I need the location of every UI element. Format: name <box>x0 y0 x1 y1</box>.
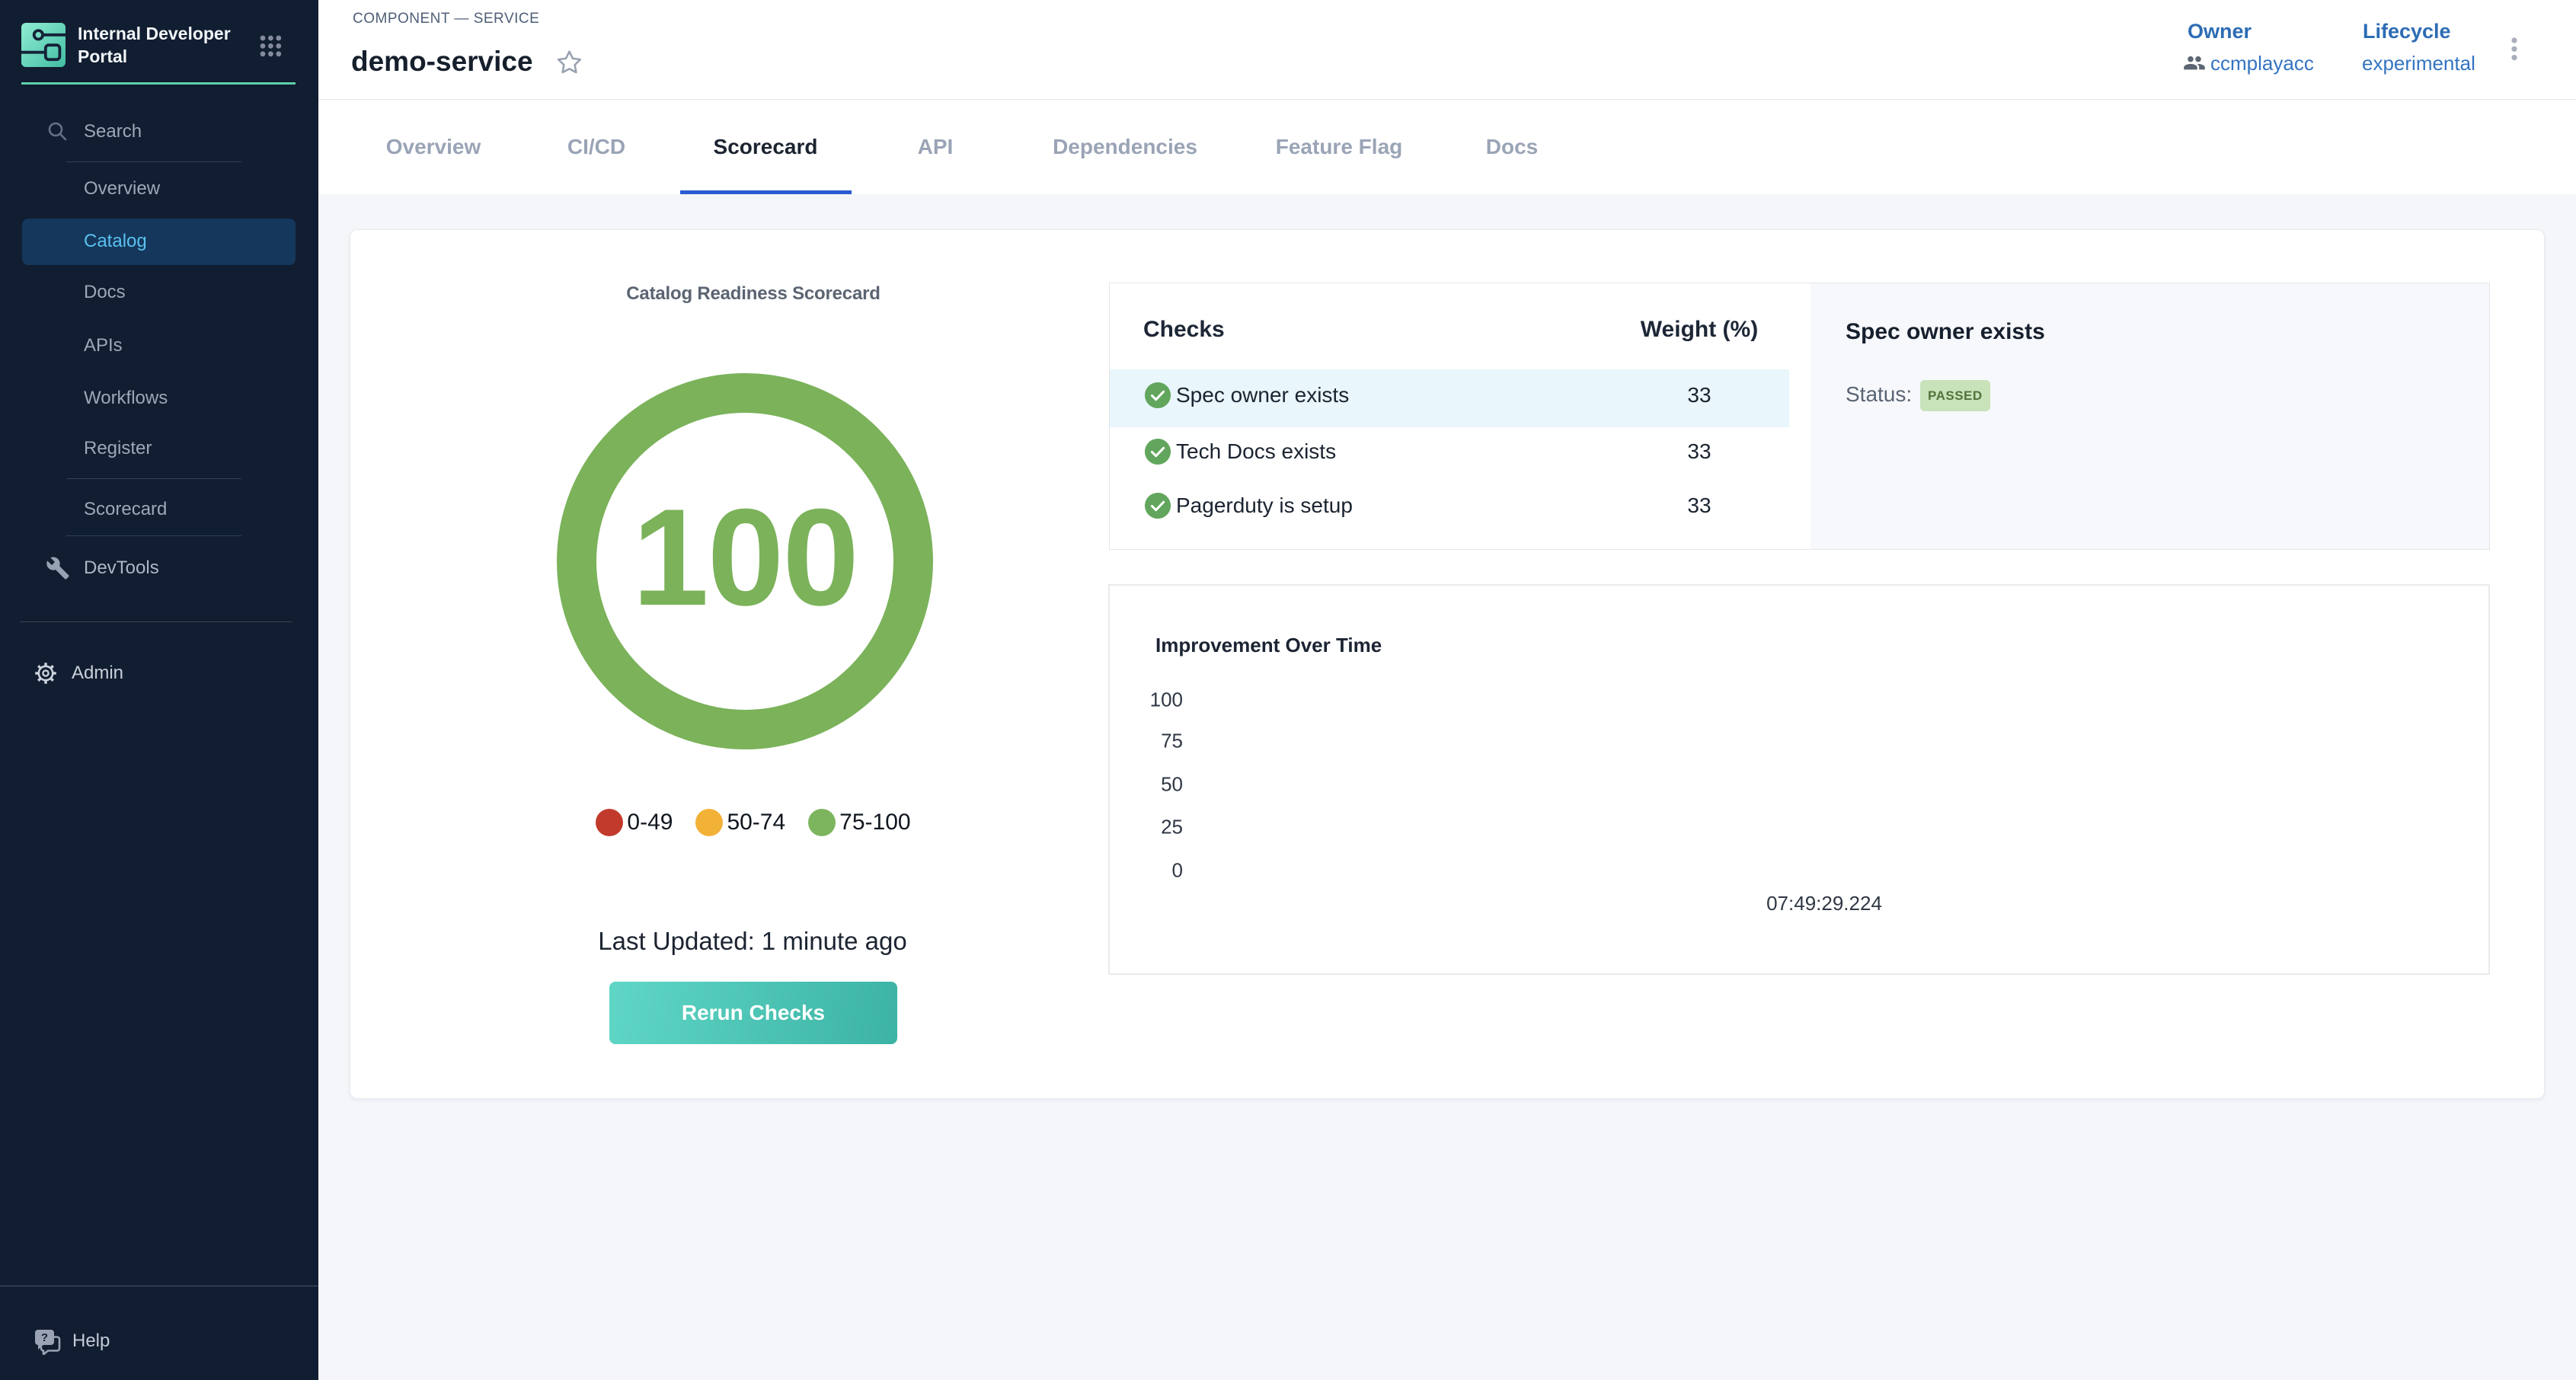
svg-text:?: ? <box>41 1331 48 1344</box>
